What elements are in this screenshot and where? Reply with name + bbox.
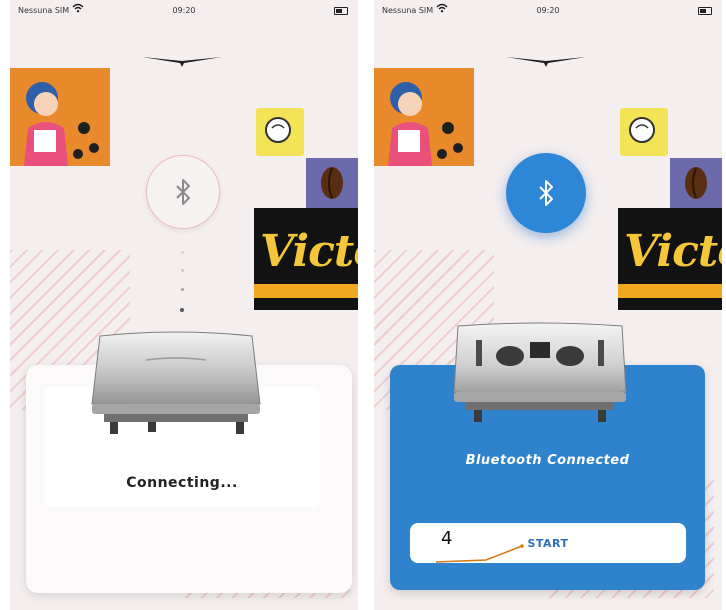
status-bar: Nessuna SIM 09:20 bbox=[10, 0, 358, 24]
victoria-banner: Victori bbox=[618, 208, 722, 310]
victoria-banner: Victori bbox=[254, 208, 358, 310]
battery-icon bbox=[698, 7, 712, 15]
coffee-bean-tile bbox=[306, 158, 358, 208]
bluetooth-button-idle[interactable] bbox=[146, 155, 220, 229]
bluetooth-icon bbox=[539, 180, 553, 206]
connected-message: Bluetooth Connected bbox=[465, 453, 630, 468]
brand-logo-mark bbox=[506, 57, 586, 67]
annotation-pointer-line bbox=[435, 544, 524, 563]
banner-stripe bbox=[254, 284, 358, 298]
bluetooth-icon bbox=[176, 179, 190, 205]
phone-screen-connected: Nessuna SIM 09:20 Vict Bluetooth Connect… bbox=[374, 0, 722, 610]
coffee-tag-illustration bbox=[620, 108, 668, 156]
progress-dot bbox=[181, 251, 184, 254]
status-time: 09:20 bbox=[172, 6, 196, 15]
coffee-machine-image bbox=[453, 322, 627, 422]
phone-screen-connecting: Nessuna SIM 09:20 Vict Connecting... bbox=[10, 0, 358, 610]
brand-logo-mark bbox=[142, 57, 222, 67]
progress-dot bbox=[180, 308, 184, 312]
banner-text: Victori bbox=[260, 226, 358, 277]
progress-dot bbox=[181, 288, 184, 291]
status-time: 09:20 bbox=[536, 6, 560, 15]
coffee-machine-image bbox=[91, 331, 261, 434]
status-bar: Nessuna SIM 09:20 bbox=[374, 0, 722, 24]
banner-text: Victori bbox=[624, 226, 722, 277]
coffee-tag-illustration bbox=[256, 108, 304, 156]
coffee-bean-tile bbox=[670, 158, 722, 208]
connecting-message: Connecting... bbox=[126, 475, 238, 491]
illustration-woman bbox=[374, 68, 474, 166]
progress-dot bbox=[181, 269, 184, 272]
bluetooth-button-active[interactable] bbox=[506, 153, 586, 233]
battery-icon bbox=[334, 7, 348, 15]
banner-stripe bbox=[618, 284, 722, 298]
illustration-woman bbox=[10, 68, 110, 166]
